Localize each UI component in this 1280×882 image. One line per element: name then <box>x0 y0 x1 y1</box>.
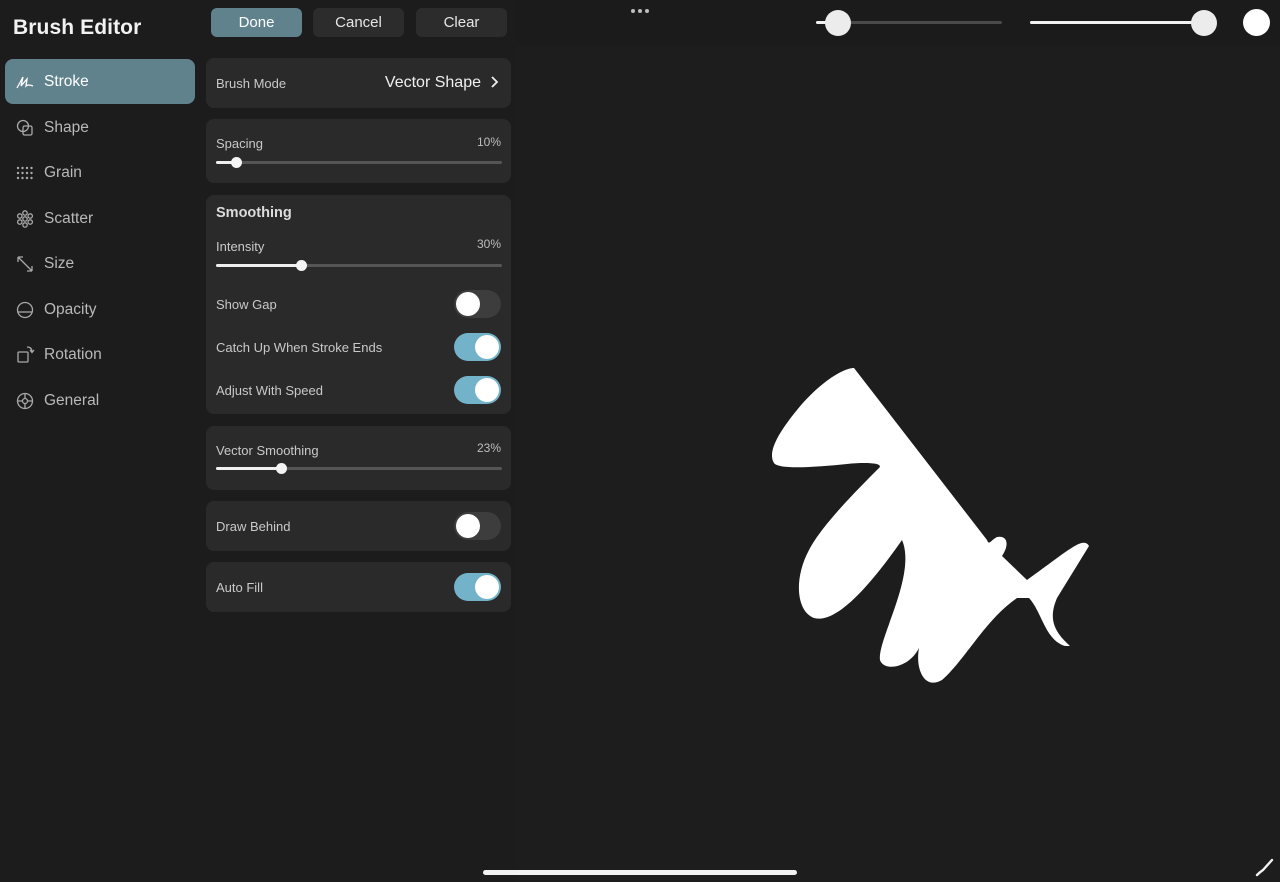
slider-thumb[interactable] <box>276 463 288 474</box>
sidebar-item-scatter[interactable]: Scatter <box>5 196 195 241</box>
resize-arrows-icon <box>14 253 36 275</box>
settings-panel: Done Cancel Clear Brush Mode Vector Shap… <box>200 0 517 882</box>
show-gap-toggle[interactable] <box>454 290 501 318</box>
sidebar-item-opacity[interactable]: Opacity <box>5 287 195 332</box>
catch-up-label: Catch Up When Stroke Ends <box>216 340 383 355</box>
sidebar-item-label: Rotation <box>44 345 102 363</box>
smoothing-title: Smoothing <box>216 205 292 221</box>
sidebar-item-stroke[interactable]: Stroke <box>5 59 195 104</box>
vector-smoothing-value: 23% <box>476 441 501 455</box>
sidebar-item-rotation[interactable]: Rotation <box>5 332 195 377</box>
slider-thumb[interactable] <box>296 260 308 271</box>
sidebar-item-label: Opacity <box>44 300 97 318</box>
stroke-path-icon <box>14 71 36 93</box>
sidebar: Brush Editor Stroke Shape Grain Scatter <box>0 0 200 882</box>
grain-grid-icon <box>14 162 36 184</box>
draw-behind-label: Draw Behind <box>216 519 291 534</box>
sidebar-item-label: Shape <box>44 118 89 136</box>
chevron-right-icon <box>489 75 499 94</box>
brush-mode-value: Vector Shape <box>384 74 481 91</box>
sidebar-item-label: Scatter <box>44 209 94 227</box>
vector-smoothing-card: Vector Smoothing 23% <box>206 426 511 490</box>
sidebar-item-label: General <box>44 391 100 409</box>
opacity-icon <box>14 299 36 321</box>
clear-button[interactable]: Clear <box>416 8 507 37</box>
spacing-card: Spacing 10% <box>206 119 511 183</box>
smoothing-card: Smoothing Intensity 30% Show Gap Catch U… <box>206 195 511 414</box>
brush-stroke-preview <box>771 368 1089 683</box>
brush-mode-row[interactable]: Brush Mode Vector Shape <box>206 58 511 108</box>
cancel-button[interactable]: Cancel <box>313 8 404 37</box>
brush-pen-icon[interactable] <box>1254 856 1276 882</box>
page-title: Brush Editor <box>13 16 142 39</box>
catch-up-toggle[interactable] <box>454 333 501 361</box>
spacing-label: Spacing <box>216 136 263 151</box>
rotation-icon <box>14 344 36 366</box>
done-button[interactable]: Done <box>211 8 302 37</box>
home-indicator <box>483 870 797 875</box>
draw-behind-card: Draw Behind <box>206 501 511 551</box>
sidebar-item-label: Stroke <box>44 72 89 90</box>
show-gap-label: Show Gap <box>216 297 277 312</box>
scatter-icon <box>14 208 36 230</box>
sidebar-item-shape[interactable]: Shape <box>5 105 195 150</box>
sidebar-item-grain[interactable]: Grain <box>5 150 195 195</box>
intensity-value: 30% <box>476 237 501 251</box>
intensity-label: Intensity <box>216 239 265 254</box>
spacing-value: 10% <box>476 135 501 149</box>
auto-fill-toggle[interactable] <box>454 573 501 601</box>
adjust-speed-label: Adjust With Speed <box>216 383 323 398</box>
slider-thumb[interactable] <box>230 157 242 168</box>
intensity-slider[interactable] <box>216 258 502 272</box>
gear-icon <box>14 390 36 412</box>
adjust-speed-toggle[interactable] <box>454 376 501 404</box>
auto-fill-card: Auto Fill <box>206 562 511 612</box>
spacing-slider[interactable] <box>216 155 502 169</box>
auto-fill-label: Auto Fill <box>216 580 263 595</box>
sidebar-item-label: Size <box>44 254 75 272</box>
vector-smoothing-slider[interactable] <box>216 461 502 475</box>
sidebar-item-general[interactable]: General <box>5 378 195 423</box>
sidebar-item-size[interactable]: Size <box>5 241 195 286</box>
sidebar-item-label: Grain <box>44 163 82 181</box>
draw-behind-toggle[interactable] <box>454 512 501 540</box>
shape-icon <box>14 117 36 139</box>
brush-mode-label: Brush Mode <box>216 76 287 91</box>
vector-smoothing-label: Vector Smoothing <box>216 443 319 458</box>
